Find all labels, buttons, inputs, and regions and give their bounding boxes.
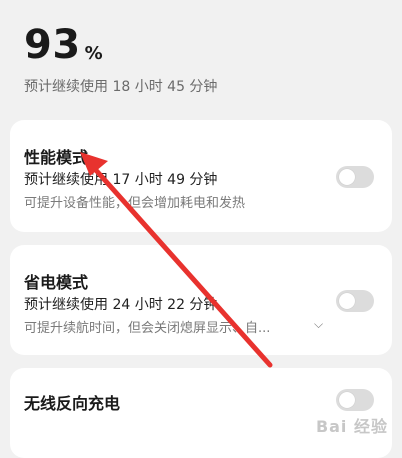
toggle-knob	[339, 169, 355, 185]
wireless-reverse-charging-title: 无线反向充电	[24, 394, 121, 413]
watermark: Bai 经验	[315, 417, 388, 436]
power-saving-mode-title: 省电模式	[24, 273, 89, 292]
power-saving-mode-estimate: 预计继续使用 24 小时 22 分钟	[24, 297, 218, 313]
power-saving-mode-description: 可提升续航时间，但会关闭熄屏显示、自...	[24, 321, 271, 336]
chevron-down-icon[interactable]: ⌵	[314, 317, 323, 332]
power-saving-mode-toggle[interactable]	[336, 290, 374, 312]
battery-percent-unit: %	[84, 43, 103, 64]
toggle-knob	[339, 293, 355, 309]
wireless-reverse-charging-toggle[interactable]	[336, 389, 374, 411]
performance-mode-title: 性能模式	[24, 148, 89, 167]
performance-mode-card[interactable]: 性能模式 预计继续使用 17 小时 49 分钟 可提升设备性能，但会增加耗电和发…	[10, 120, 392, 232]
power-saving-mode-card[interactable]: 省电模式 预计继续使用 24 小时 22 分钟 可提升续航时间，但会关闭熄屏显示…	[10, 245, 392, 355]
performance-mode-description: 可提升设备性能，但会增加耗电和发热	[24, 196, 246, 211]
performance-mode-estimate: 预计继续使用 17 小时 49 分钟	[24, 172, 218, 188]
battery-remaining-time: 预计继续使用 18 小时 45 分钟	[24, 79, 218, 95]
battery-percentage: 93 %	[24, 22, 217, 68]
battery-summary: 93 % 预计继续使用 18 小时 45 分钟	[24, 22, 217, 96]
toggle-knob	[339, 392, 355, 408]
battery-percent-value: 93	[24, 22, 81, 68]
performance-mode-toggle[interactable]	[336, 166, 374, 188]
